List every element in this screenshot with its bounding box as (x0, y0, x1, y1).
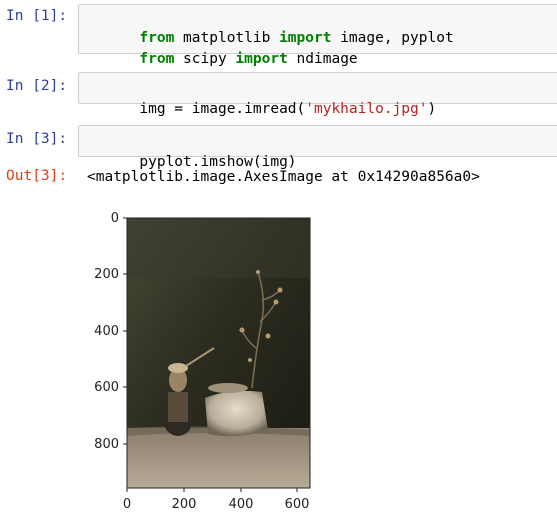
y-tick-label: 0 (111, 211, 119, 226)
imshow-plot: 0 200 400 600 800 0 200 400 600 (94, 211, 311, 512)
y-tick-label: 400 (94, 324, 119, 339)
y-axis (123, 217, 127, 445)
y-tick-label: 200 (94, 267, 119, 282)
x-tick-label: 0 (123, 497, 131, 512)
x-tick-label: 400 (229, 497, 254, 512)
image-content (127, 218, 310, 488)
y-tick-label: 800 (94, 437, 119, 452)
x-tick-label: 200 (172, 497, 197, 512)
x-tick-label: 600 (285, 497, 310, 512)
y-tick-label: 600 (94, 380, 119, 395)
x-axis (126, 488, 298, 492)
